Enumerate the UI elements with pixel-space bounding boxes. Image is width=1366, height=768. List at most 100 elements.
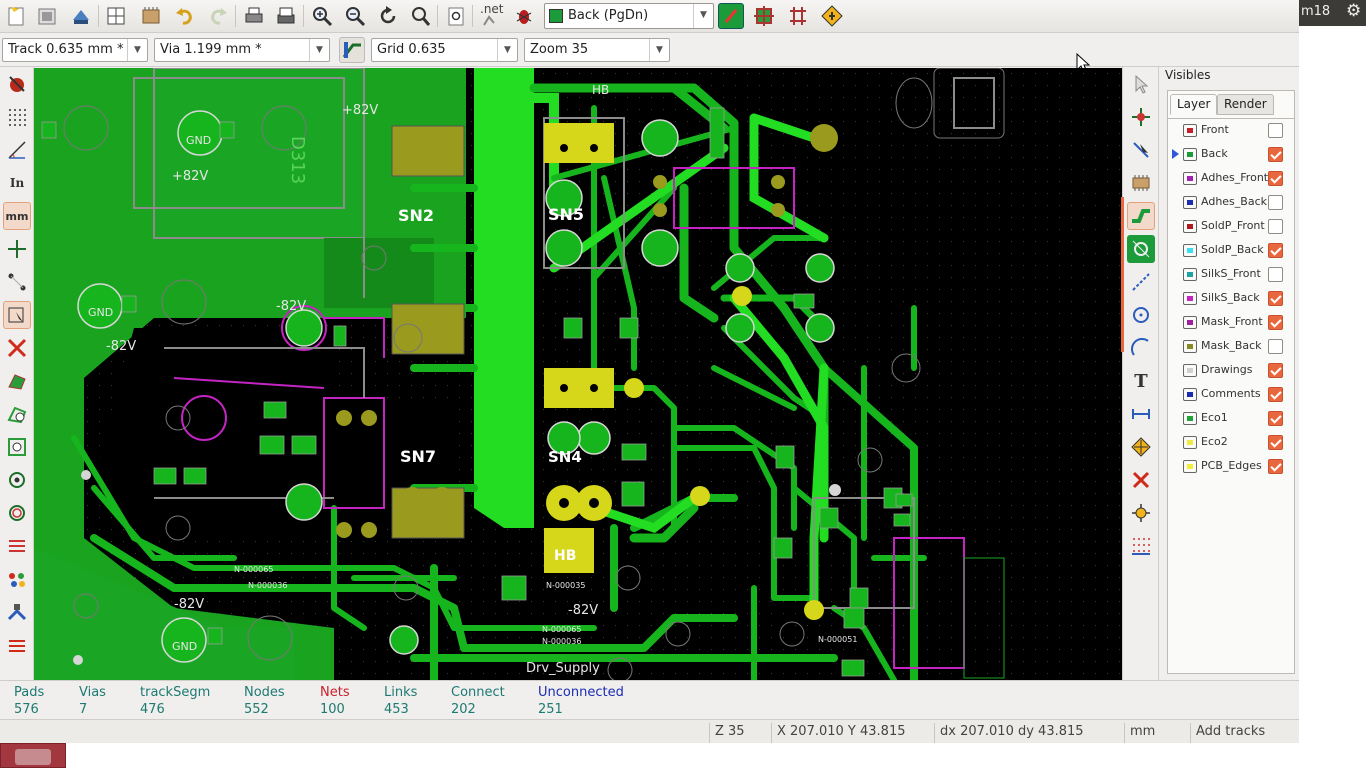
layer-color-swatch[interactable] bbox=[1183, 268, 1197, 281]
layer-color-swatch[interactable] bbox=[1183, 172, 1197, 185]
layer-row-back[interactable]: Back bbox=[1168, 143, 1294, 167]
layer-visible-checkbox[interactable] bbox=[1268, 339, 1283, 354]
add-target-icon[interactable] bbox=[1127, 433, 1155, 461]
layer-select[interactable]: Back (PgDn) ▼ bbox=[544, 3, 714, 29]
layer-color-swatch[interactable] bbox=[1183, 316, 1197, 329]
layer-row-soldp-back[interactable]: SoldP_Back bbox=[1168, 239, 1294, 263]
add-text-icon[interactable]: T bbox=[1127, 367, 1155, 395]
via-sketch-icon[interactable] bbox=[3, 499, 31, 527]
add-module-icon[interactable] bbox=[1127, 169, 1155, 197]
zoom-in-icon[interactable] bbox=[309, 3, 335, 29]
layer-row-front[interactable]: Front bbox=[1168, 119, 1294, 143]
layer-pair-icon[interactable] bbox=[718, 3, 744, 29]
microwave-tools-icon[interactable] bbox=[3, 598, 31, 626]
layer-visible-checkbox[interactable] bbox=[1268, 291, 1283, 306]
module-editor-icon[interactable] bbox=[138, 3, 164, 29]
undo-icon[interactable] bbox=[172, 3, 198, 29]
via-size-select[interactable]: Via 1.199 mm * ▼ bbox=[154, 38, 330, 62]
layer-color-swatch[interactable] bbox=[1183, 244, 1197, 257]
find-icon[interactable] bbox=[443, 3, 469, 29]
add-graphic-line-icon[interactable] bbox=[1127, 268, 1155, 296]
page-settings-icon[interactable] bbox=[103, 3, 129, 29]
layer-visible-checkbox[interactable] bbox=[1268, 171, 1283, 186]
delete-icon[interactable] bbox=[1127, 466, 1155, 494]
units-inch-icon[interactable]: In bbox=[3, 169, 31, 197]
add-arc-icon[interactable] bbox=[1127, 334, 1155, 362]
layer-row-silks-back[interactable]: SilkS_Back bbox=[1168, 287, 1294, 311]
add-dimension-icon[interactable] bbox=[1127, 400, 1155, 428]
layer-row-eco2[interactable]: Eco2 bbox=[1168, 431, 1294, 455]
layer-row-mask-back[interactable]: Mask_Back bbox=[1168, 335, 1294, 359]
show-zones-outline-icon[interactable] bbox=[3, 400, 31, 428]
track-sketch-icon[interactable] bbox=[3, 532, 31, 560]
layer-color-swatch[interactable] bbox=[1183, 364, 1197, 377]
add-zones-icon[interactable] bbox=[1127, 235, 1155, 263]
pcb-canvas[interactable]: +82V +82V -82V -82V -82V -82V GND GND GN… bbox=[34, 68, 1122, 680]
layer-color-swatch[interactable] bbox=[1183, 220, 1197, 233]
layer-color-swatch[interactable] bbox=[1183, 436, 1197, 449]
grid-select[interactable]: Grid 0.635 ▼ bbox=[371, 38, 518, 62]
layer-color-swatch[interactable] bbox=[1183, 292, 1197, 305]
layer-color-swatch[interactable] bbox=[1183, 460, 1197, 473]
layer-visible-checkbox[interactable] bbox=[1268, 363, 1283, 378]
show-zones-icon[interactable] bbox=[3, 367, 31, 395]
units-mm-icon[interactable]: mm bbox=[3, 202, 31, 230]
layer-visible-checkbox[interactable] bbox=[1268, 315, 1283, 330]
netlist-icon[interactable]: .net bbox=[478, 2, 504, 29]
zoom-fit-icon[interactable] bbox=[407, 3, 433, 29]
taskbar-thumbnail[interactable] bbox=[0, 743, 66, 768]
layer-color-swatch[interactable] bbox=[1183, 196, 1197, 209]
freeroute-icon[interactable] bbox=[819, 3, 845, 29]
layer-row-adhes-back[interactable]: Adhes_Back bbox=[1168, 191, 1294, 215]
layer-visible-checkbox[interactable] bbox=[1268, 243, 1283, 258]
layer-row-eco1[interactable]: Eco1 bbox=[1168, 407, 1294, 431]
tab-layer[interactable]: Layer bbox=[1170, 94, 1218, 115]
save-board-icon[interactable] bbox=[68, 3, 94, 29]
layer-row-silks-front[interactable]: SilkS_Front bbox=[1168, 263, 1294, 287]
layer-visible-checkbox[interactable] bbox=[1268, 459, 1283, 474]
drc-off-icon[interactable] bbox=[3, 70, 31, 98]
redo-icon[interactable] bbox=[205, 3, 231, 29]
layer-visible-checkbox[interactable] bbox=[1268, 219, 1283, 234]
drc-bug-icon[interactable] bbox=[511, 3, 537, 29]
layer-row-mask-front[interactable]: Mask_Front bbox=[1168, 311, 1294, 335]
open-board-icon[interactable] bbox=[34, 3, 60, 29]
layer-color-swatch[interactable] bbox=[1183, 412, 1197, 425]
polar-coords-icon[interactable] bbox=[3, 136, 31, 164]
redraw-icon[interactable] bbox=[375, 3, 401, 29]
layer-visible-checkbox[interactable] bbox=[1268, 267, 1283, 282]
add-circle-icon[interactable] bbox=[1127, 301, 1155, 329]
manage-layers-icon[interactable] bbox=[3, 631, 31, 659]
local-ratsnest-icon[interactable] bbox=[1127, 136, 1155, 164]
system-gear-icon[interactable]: ⚙ bbox=[1346, 1, 1361, 21]
select-arrow-icon[interactable] bbox=[1127, 70, 1155, 98]
layer-row-adhes-front[interactable]: Adhes_Front bbox=[1168, 167, 1294, 191]
print-icon[interactable] bbox=[241, 3, 267, 29]
high-contrast-icon[interactable] bbox=[3, 565, 31, 593]
autoplace-icon[interactable] bbox=[751, 3, 777, 29]
set-origin-icon[interactable] bbox=[1127, 499, 1155, 527]
layer-color-swatch[interactable] bbox=[1183, 148, 1197, 161]
layer-visible-checkbox[interactable] bbox=[1268, 123, 1283, 138]
layer-row-drawings[interactable]: Drawings bbox=[1168, 359, 1294, 383]
layer-row-pcb-edges[interactable]: PCB_Edges bbox=[1168, 455, 1294, 479]
highlight-net-icon[interactable] bbox=[1127, 103, 1155, 131]
show-zones-sketch-icon[interactable] bbox=[3, 433, 31, 461]
layer-color-swatch[interactable] bbox=[1183, 340, 1197, 353]
auto-track-width-icon[interactable] bbox=[339, 37, 365, 63]
cursor-shape-icon[interactable] bbox=[3, 235, 31, 263]
layer-visible-checkbox[interactable] bbox=[1268, 147, 1283, 162]
layer-visible-checkbox[interactable] bbox=[1268, 195, 1283, 210]
new-board-icon[interactable] bbox=[3, 3, 29, 29]
layer-visible-checkbox[interactable] bbox=[1268, 387, 1283, 402]
zoom-select[interactable]: Zoom 35 ▼ bbox=[524, 38, 670, 62]
layer-visible-checkbox[interactable] bbox=[1268, 435, 1283, 450]
grid-origin-icon[interactable] bbox=[1127, 532, 1155, 560]
layer-color-swatch[interactable] bbox=[1183, 124, 1197, 137]
autoroute-icon[interactable] bbox=[785, 3, 811, 29]
layer-color-swatch[interactable] bbox=[1183, 388, 1197, 401]
track-width-select[interactable]: Track 0.635 mm * ▼ bbox=[2, 38, 148, 62]
module-ratsnest-icon[interactable] bbox=[3, 301, 31, 329]
tab-render[interactable]: Render bbox=[1217, 94, 1274, 115]
plot-icon[interactable] bbox=[273, 3, 299, 29]
